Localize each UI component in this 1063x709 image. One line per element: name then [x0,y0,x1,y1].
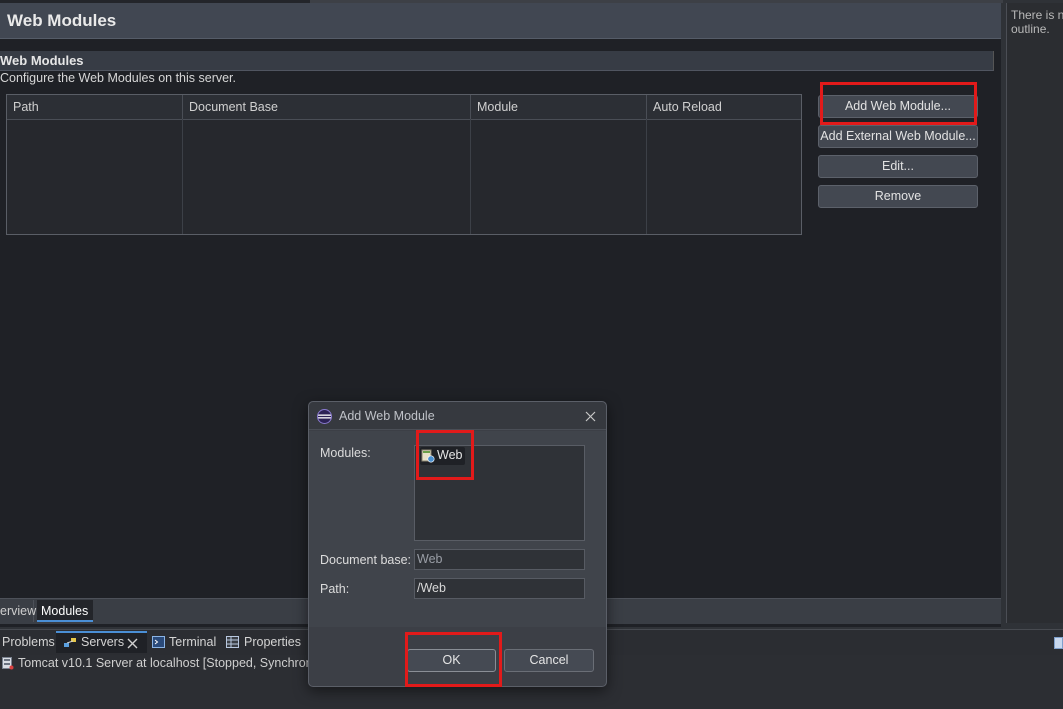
column-module[interactable]: Module [471,95,647,119]
outline-message-line: There is n [1011,8,1063,22]
page-title: Web Modules [7,11,117,30]
properties-icon [226,636,239,648]
remove-button[interactable]: Remove [818,185,978,208]
highlight-annotation [405,632,502,687]
column-divider [470,119,471,234]
outline-message: There is n outline. [1011,8,1063,36]
column-divider [646,119,647,234]
tab-properties[interactable]: Properties [244,633,301,653]
tab-overview[interactable]: erview [0,600,36,622]
cancel-button[interactable]: Cancel [504,649,594,672]
view-menu-icon[interactable] [1054,637,1063,649]
column-divider [182,119,183,234]
column-path[interactable]: Path [7,95,183,119]
tab-modules[interactable]: Modules [37,600,93,622]
server-list-item[interactable]: Tomcat v10.1 Server at localhost [Stoppe… [18,656,313,671]
column-document-base[interactable]: Document Base [183,95,471,119]
section-header [0,51,994,71]
servers-icon [64,636,77,648]
dialog-title: Add Web Module [339,409,435,423]
modules-label: Modules: [320,446,371,460]
terminal-icon [152,636,165,648]
outline-panel [1006,3,1063,623]
table-header: Path Document Base Module Auto Reload [7,95,801,120]
tab-terminal[interactable]: Terminal [169,633,216,653]
tab-problems[interactable]: Problems [2,633,55,653]
section-title: Web Modules [0,53,84,68]
web-modules-table[interactable]: Path Document Base Module Auto Reload [6,94,802,235]
add-external-web-module-button[interactable]: Add External Web Module... [818,125,978,148]
document-base-field[interactable]: Web [414,549,585,570]
close-icon[interactable] [585,410,596,422]
close-icon[interactable] [127,637,138,649]
form-header [0,3,1001,39]
path-field[interactable]: /Web [414,578,585,599]
outline-message-line: outline. [1011,22,1050,36]
highlight-annotation [820,82,977,125]
tab-servers[interactable]: Servers [81,633,124,653]
document-base-label: Document base: [320,553,412,567]
path-label: Path: [320,582,350,596]
highlight-annotation [416,430,474,480]
eclipse-icon [317,409,332,424]
section-description: Configure the Web Modules on this server… [0,71,237,85]
server-icon [2,657,14,670]
column-auto-reload[interactable]: Auto Reload [647,95,801,119]
edit-button[interactable]: Edit... [818,155,978,178]
